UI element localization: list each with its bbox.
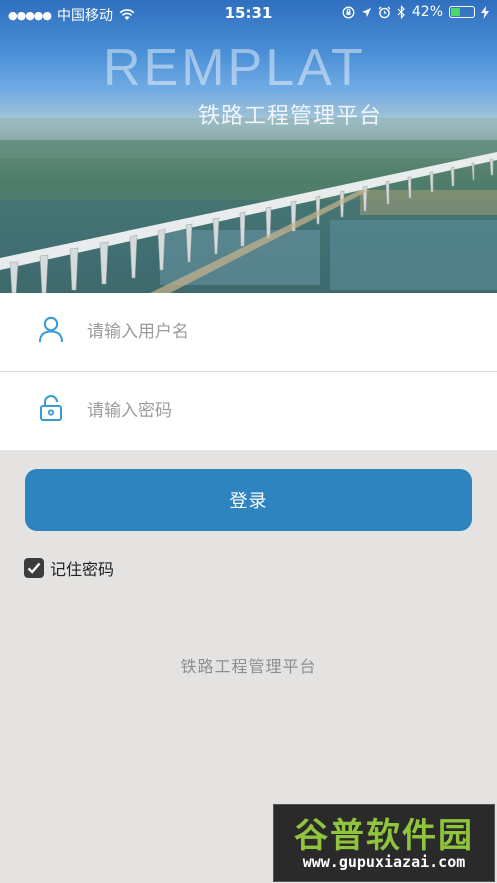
remember-checkbox[interactable] bbox=[24, 558, 44, 578]
watermark-title: 谷普软件园 bbox=[294, 816, 474, 856]
charging-bolt-icon bbox=[481, 5, 489, 19]
hero-banner: ●●●●● 中国移动 15:31 42% REMPLAT 铁路工程管理平台 bbox=[0, 0, 497, 293]
status-bar: ●●●●● 中国移动 15:31 42% bbox=[0, 0, 497, 26]
brand-title: REMPLAT bbox=[103, 39, 366, 97]
platform-name: 铁路工程管理平台 bbox=[180, 657, 317, 676]
bluetooth-icon bbox=[397, 5, 405, 19]
username-row bbox=[0, 293, 497, 372]
login-form bbox=[0, 293, 497, 450]
watermark-url: www.gupuxiazai.com bbox=[302, 853, 466, 871]
password-row bbox=[0, 372, 497, 450]
watermark: 谷普软件园 www.gupuxiazai.com bbox=[273, 804, 495, 882]
battery-percent: 42% bbox=[411, 4, 443, 20]
password-input[interactable] bbox=[85, 392, 469, 430]
hero-subtitle: 铁路工程管理平台 bbox=[198, 104, 383, 129]
alarm-icon bbox=[378, 6, 391, 18]
battery-fill bbox=[451, 8, 460, 16]
check-icon bbox=[27, 562, 41, 574]
user-icon bbox=[39, 316, 63, 343]
lock-icon bbox=[40, 395, 62, 421]
username-input[interactable] bbox=[85, 313, 469, 351]
login-button[interactable]: 登录 bbox=[25, 469, 472, 531]
remember-label: 记住密码 bbox=[50, 560, 115, 579]
status-icons: 42% bbox=[342, 4, 489, 20]
rotation-lock-icon bbox=[342, 6, 355, 18]
battery-icon bbox=[449, 6, 475, 18]
location-icon bbox=[361, 7, 371, 17]
remember-password[interactable]: 记住密码 bbox=[24, 556, 114, 580]
